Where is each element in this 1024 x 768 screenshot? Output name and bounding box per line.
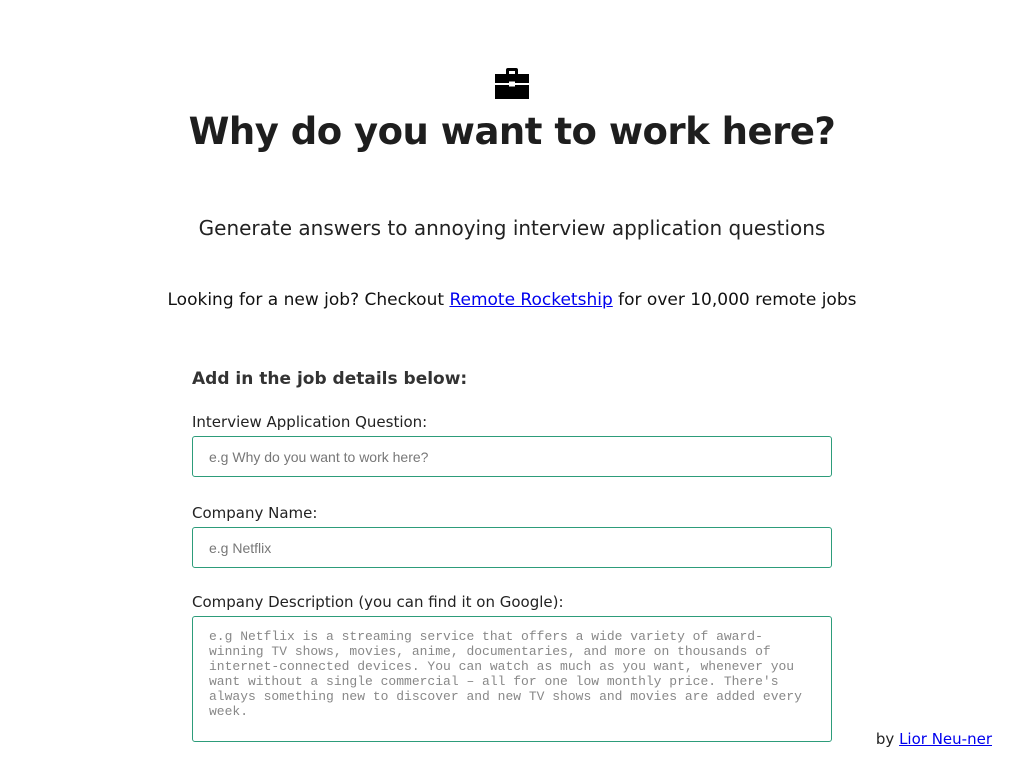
question-input[interactable] — [192, 436, 832, 477]
job-details-form: Add in the job details below: Interview … — [192, 366, 832, 746]
page-title: Why do you want to work here? — [188, 110, 836, 153]
author-link[interactable]: Lior Neu-ner — [899, 730, 992, 748]
promo-banner: Looking for a new job? Checkout Remote R… — [0, 288, 1024, 312]
remote-rocketship-link[interactable]: Remote Rocketship — [449, 290, 612, 310]
author-credit: by Lior Neu-ner — [876, 729, 992, 749]
company-name-label: Company Name: — [192, 504, 318, 522]
credit-prefix: by — [875, 730, 900, 748]
page: Why do you want to work here? Generate a… — [0, 0, 1024, 768]
briefcase-icon — [495, 68, 529, 99]
company-description-textarea[interactable] — [192, 616, 832, 742]
company-description-label: Company Description (you can find it on … — [192, 593, 564, 611]
form-heading: Add in the job details below: — [192, 369, 468, 389]
company-name-field-group: Company Name: — [192, 503, 832, 568]
page-subtitle: Generate answers to annoying interview a… — [198, 216, 826, 240]
promo-prefix: Looking for a new job? Checkout — [167, 290, 450, 310]
promo-suffix: for over 10,000 remote jobs — [612, 290, 857, 310]
question-field-group: Interview Application Question: — [192, 412, 832, 477]
question-label: Interview Application Question: — [192, 413, 428, 431]
company-description-field-group: Company Description (you can find it on … — [192, 592, 832, 746]
company-name-input[interactable] — [192, 527, 832, 568]
